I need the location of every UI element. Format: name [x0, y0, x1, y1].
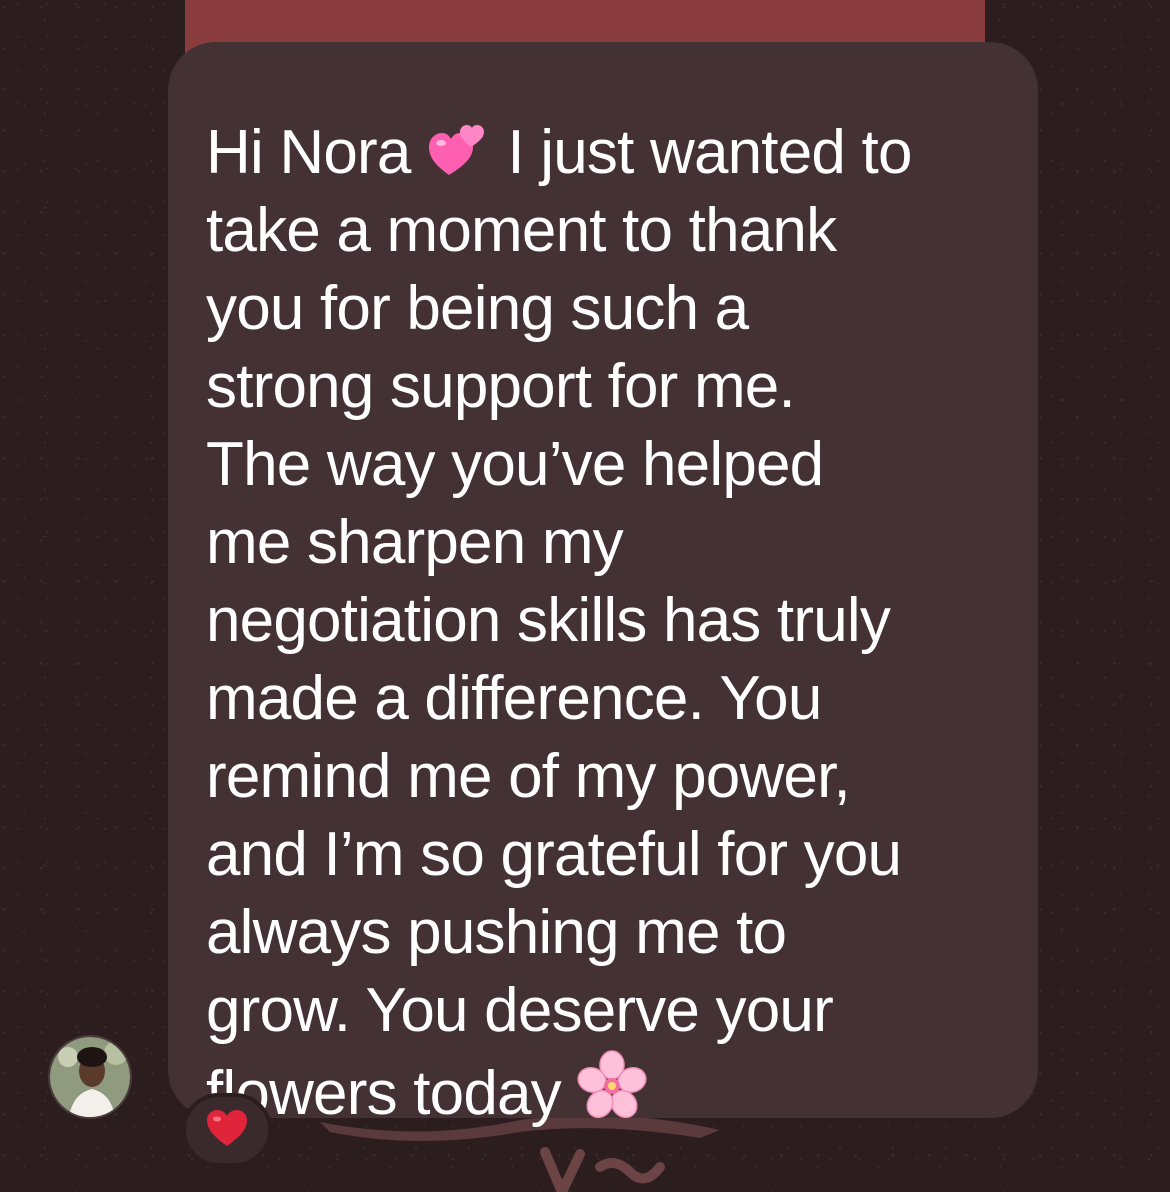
red-heart-icon — [205, 1108, 249, 1153]
cherry-blossom-icon — [577, 1050, 647, 1120]
message-line: made a difference. You — [206, 664, 822, 733]
avatar[interactable] — [48, 1035, 132, 1119]
message-line: take a moment to thank — [206, 196, 837, 265]
message-line: negotiation skills has truly — [206, 586, 891, 655]
message-bubble[interactable]: Hi Nora I just wanted to take a moment t… — [168, 42, 1038, 1128]
message-line: grow. You deserve your — [206, 976, 834, 1045]
reaction-badge[interactable] — [182, 1093, 272, 1167]
message-line: The way you’ve helped — [206, 430, 824, 499]
two-hearts-icon — [427, 121, 491, 179]
message-line-1-start: Hi Nora — [206, 118, 427, 187]
message-text: Hi Nora I just wanted to take a moment t… — [206, 114, 998, 1133]
message-line: you for being such a — [206, 274, 749, 343]
message-line: remind me of my power, — [206, 742, 851, 811]
message-line: and I’m so grateful for you — [206, 820, 902, 889]
message-line: always pushing me to — [206, 898, 787, 967]
message-line-1-end: I just wanted to — [490, 118, 912, 187]
message-line: strong support for me. — [206, 352, 796, 421]
message-line: me sharpen my — [206, 508, 624, 577]
